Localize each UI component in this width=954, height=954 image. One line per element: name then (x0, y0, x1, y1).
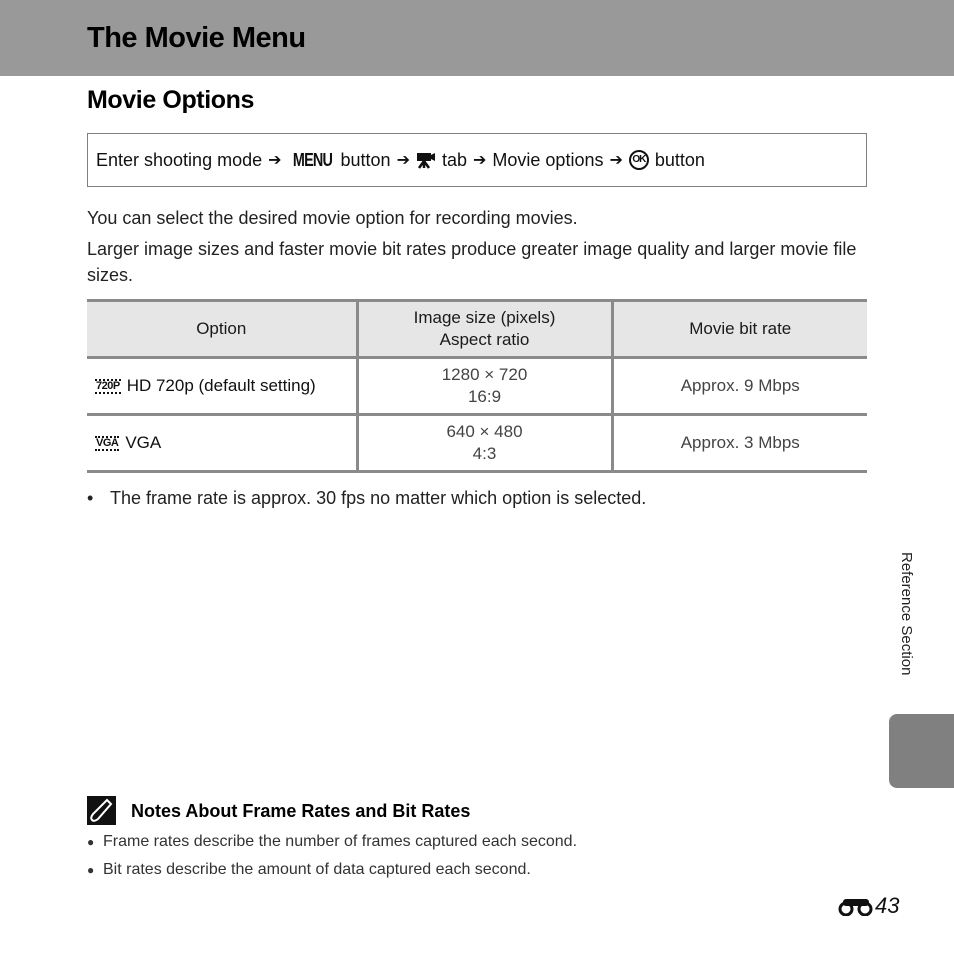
header-image-size-line2: Aspect ratio (439, 330, 530, 349)
vga-resolution-icon: VGA (95, 436, 120, 451)
pencil-note-icon (87, 796, 116, 825)
size-cell: 640 × 480 4:3 (355, 413, 612, 473)
table-header-row: Option Image size (pixels) Aspect ratio … (87, 299, 867, 359)
image-size-value: 1280 × 720 (441, 365, 528, 384)
arrow-right-icon: ➔ (268, 152, 282, 169)
page-number-value: 43 (875, 893, 900, 918)
note-item: ● Frame rates describe the number of fram… (87, 833, 577, 851)
aspect-ratio-value: 16:9 (467, 387, 502, 406)
header-option: Option (87, 299, 357, 359)
table-row: 720P HD 720p (default setting) 1280 × 720… (87, 356, 867, 416)
section-side-label: Reference Section (898, 552, 915, 676)
nav-button-word: button (654, 149, 705, 170)
arrow-right-icon: ➔ (396, 152, 410, 169)
nav-button-word: button (340, 149, 391, 170)
page-number: 43 (838, 893, 899, 919)
bullet-icon: ● (87, 863, 95, 877)
note-text: Bit rates describe the amount of data ca… (103, 861, 531, 878)
menu-button-icon: MENU (292, 149, 332, 170)
nav-tab-word: tab (441, 149, 467, 170)
note-text: Frame rates describe the number of frame… (103, 833, 578, 850)
nav-step-shooting-mode: Enter shooting mode (96, 149, 263, 170)
note-item: ● Bit rates describe the amount of data c… (87, 861, 531, 879)
option-cell: 720P HD 720p (default setting) (87, 356, 357, 416)
table-row: VGA VGA 640 × 480 4:3 Approx. 3 Mbps (87, 413, 867, 473)
header-image-size: Image size (pixels) Aspect ratio (355, 299, 612, 359)
bitrate-cell: Approx. 3 Mbps (610, 413, 867, 473)
description-paragraph: Larger image sizes and faster movie bit … (87, 239, 857, 285)
frame-rate-text: The frame rate is approx. 30 fps no matt… (110, 488, 647, 508)
nav-movie-options: Movie options (492, 149, 604, 170)
section-thumb-tab (889, 714, 954, 788)
aspect-ratio-value: 4:3 (472, 444, 497, 463)
bullet-icon: • (87, 488, 94, 508)
option-label: VGA (125, 433, 162, 452)
binoculars-icon (838, 899, 873, 916)
header-image-size-line1: Image size (pixels) (413, 308, 556, 327)
movie-options-table: Option Image size (pixels) Aspect ratio … (87, 299, 867, 473)
option-label: HD 720p (default setting) (126, 376, 316, 395)
arrow-right-icon: ➔ (609, 152, 623, 169)
section-title: Movie Options (87, 86, 255, 114)
image-size-value: 640 × 480 (446, 422, 523, 441)
navigation-path-box: Enter shooting mode ➔ MENU button ➔ tab … (87, 133, 867, 187)
frame-rate-note: • The frame rate is approx. 30 fps no mat… (87, 488, 646, 509)
ok-button-icon: OK (628, 150, 649, 170)
arrow-right-icon: ➔ (473, 152, 487, 169)
size-cell: 1280 × 720 16:9 (355, 356, 612, 416)
movie-camera-icon (416, 153, 435, 169)
page-title: The Movie Menu (87, 22, 306, 54)
option-cell: VGA VGA (87, 413, 357, 473)
intro-paragraph: You can select the desired movie option … (87, 208, 578, 228)
bullet-icon: ● (87, 835, 95, 849)
720p-resolution-icon: 720P (95, 379, 121, 394)
notes-title: Notes About Frame Rates and Bit Rates (131, 801, 471, 821)
header-bitrate: Movie bit rate (610, 299, 867, 359)
bitrate-cell: Approx. 9 Mbps (610, 356, 867, 416)
